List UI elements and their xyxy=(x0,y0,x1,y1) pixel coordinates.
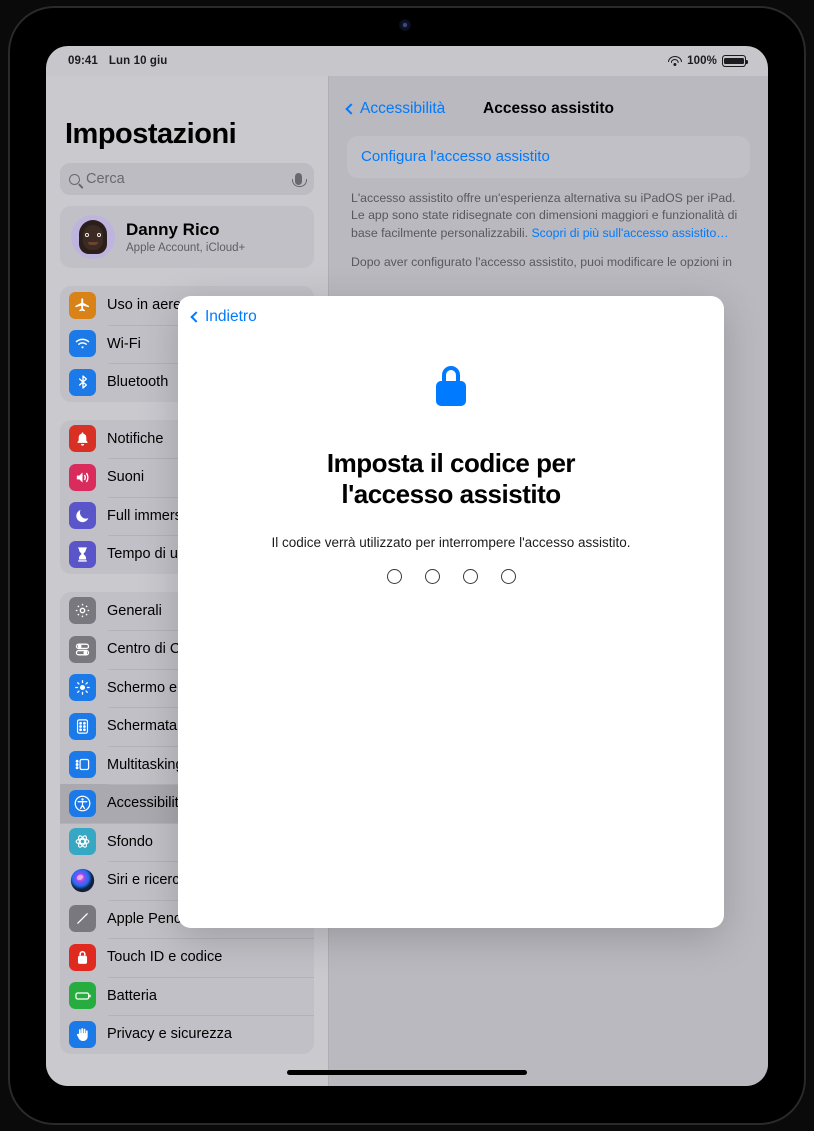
modal-title: Imposta il codice per l'accesso assistit… xyxy=(326,448,576,509)
search-input[interactable]: Cerca xyxy=(60,163,314,195)
hand-icon xyxy=(69,1020,96,1048)
modal-back-button[interactable]: Indietro xyxy=(190,308,257,326)
learn-more-link[interactable]: Scopri di più sull'accesso assistito… xyxy=(531,226,728,240)
configure-card[interactable]: Configura l'accesso assistito xyxy=(347,136,750,178)
assistive-access-passcode-modal: Indietro Imposta il codice per l'accesso… xyxy=(178,296,724,928)
status-bar: 09:41 Lun 10 giu 100% xyxy=(46,46,768,76)
sidebar-item-label: Wi-Fi xyxy=(107,335,141,352)
battery-icon xyxy=(69,982,96,1010)
siri-icon xyxy=(69,867,96,894)
status-bar-right: 100% xyxy=(667,55,749,67)
speaker-icon xyxy=(69,463,96,491)
home-indicator xyxy=(287,1070,527,1075)
search-icon xyxy=(69,173,80,185)
passcode-dot xyxy=(386,569,402,585)
battery-percent-label: 100% xyxy=(687,55,717,67)
sidebar-item-label: Siri e ricerca xyxy=(107,872,188,889)
status-time: 09:41 xyxy=(68,55,98,67)
sidebar-item-label: Generali xyxy=(107,602,162,619)
wallpaper-icon xyxy=(69,828,96,856)
detail-paragraph-2: Dopo aver configurato l'accesso assistit… xyxy=(351,255,733,270)
sidebar-item-label: Uso in aereo xyxy=(107,297,190,314)
ipad-device: 09:41 Lun 10 giu 100% Impostazioni Cerca xyxy=(0,0,814,1131)
sidebar-item-label: Sfondo xyxy=(107,833,153,850)
sidebar-item-batteria[interactable]: Batteria xyxy=(60,976,314,1016)
lock-icon xyxy=(69,943,96,971)
account-card[interactable]: Danny Rico Apple Account, iCloud+ xyxy=(60,206,314,268)
status-date: Lun 10 giu xyxy=(108,55,168,67)
sidebar-item-label: Privacy e sicurezza xyxy=(107,1026,232,1043)
back-button-label: Accessibilità xyxy=(360,100,446,117)
sidebar-item-label: Notifiche xyxy=(107,430,164,447)
detail-title: Accesso assistito xyxy=(483,100,614,117)
status-bar-left: 09:41 Lun 10 giu xyxy=(68,55,167,67)
modal-subtitle: Il codice verrà utilizzato per interromp… xyxy=(271,535,631,551)
bluetooth-icon xyxy=(69,368,96,396)
chevron-left-icon xyxy=(190,311,202,323)
detail-paragraph-1: L'accesso assistito offre un'esperienza … xyxy=(347,190,750,242)
pencil-icon xyxy=(69,905,96,933)
modal-body: Imposta il codice per l'accesso assistit… xyxy=(178,366,724,585)
airplane-icon xyxy=(69,291,96,319)
control-center-icon xyxy=(69,635,96,663)
sidebar-item-label: Touch ID e codice xyxy=(107,949,223,966)
chevron-left-icon xyxy=(345,103,357,115)
account-subtitle: Apple Account, iCloud+ xyxy=(126,242,246,254)
modal-back-label: Indietro xyxy=(205,308,257,325)
multitasking-icon xyxy=(69,751,96,779)
moon-icon xyxy=(69,502,96,530)
sidebar-item-touch-id-e-codice[interactable]: Touch ID e codice xyxy=(60,938,314,977)
sidebar-item-label: Suoni xyxy=(107,469,145,486)
bell-icon xyxy=(69,425,96,453)
wifi-icon xyxy=(667,55,682,67)
passcode-dot xyxy=(462,569,478,585)
page-title: Impostazioni xyxy=(65,118,237,150)
sidebar-item-label: Apple Pencil xyxy=(107,910,188,927)
configure-assistive-access-link[interactable]: Configura l'accesso assistito xyxy=(361,148,550,165)
avatar xyxy=(71,215,115,259)
battery-icon xyxy=(722,55,749,67)
account-name: Danny Rico xyxy=(126,220,220,239)
passcode-field[interactable] xyxy=(386,569,516,585)
home-screen-icon xyxy=(69,712,96,740)
gear-icon xyxy=(69,597,96,625)
lock-icon xyxy=(435,366,467,406)
wifi-icon xyxy=(69,330,96,358)
microphone-icon[interactable] xyxy=(291,173,307,187)
sidebar-item-privacy-e-sicurezza[interactable]: Privacy e sicurezza xyxy=(60,1015,314,1054)
front-camera-icon xyxy=(399,19,411,31)
sidebar-item-label: Bluetooth xyxy=(107,374,169,391)
brightness-icon xyxy=(69,674,96,702)
back-button-accessibilita[interactable]: Accessibilità xyxy=(345,100,446,118)
passcode-dot xyxy=(424,569,440,585)
passcode-dot xyxy=(500,569,516,585)
detail-navbar: Accessibilità Accesso assistito xyxy=(345,86,750,132)
search-placeholder: Cerca xyxy=(86,171,125,187)
hourglass-icon xyxy=(69,540,96,568)
sidebar-item-label: Batteria xyxy=(107,987,157,1004)
accessibility-icon xyxy=(69,789,96,817)
sidebar-item-label: Accessibilità xyxy=(107,795,187,812)
screen: 09:41 Lun 10 giu 100% Impostazioni Cerca xyxy=(46,46,768,1086)
